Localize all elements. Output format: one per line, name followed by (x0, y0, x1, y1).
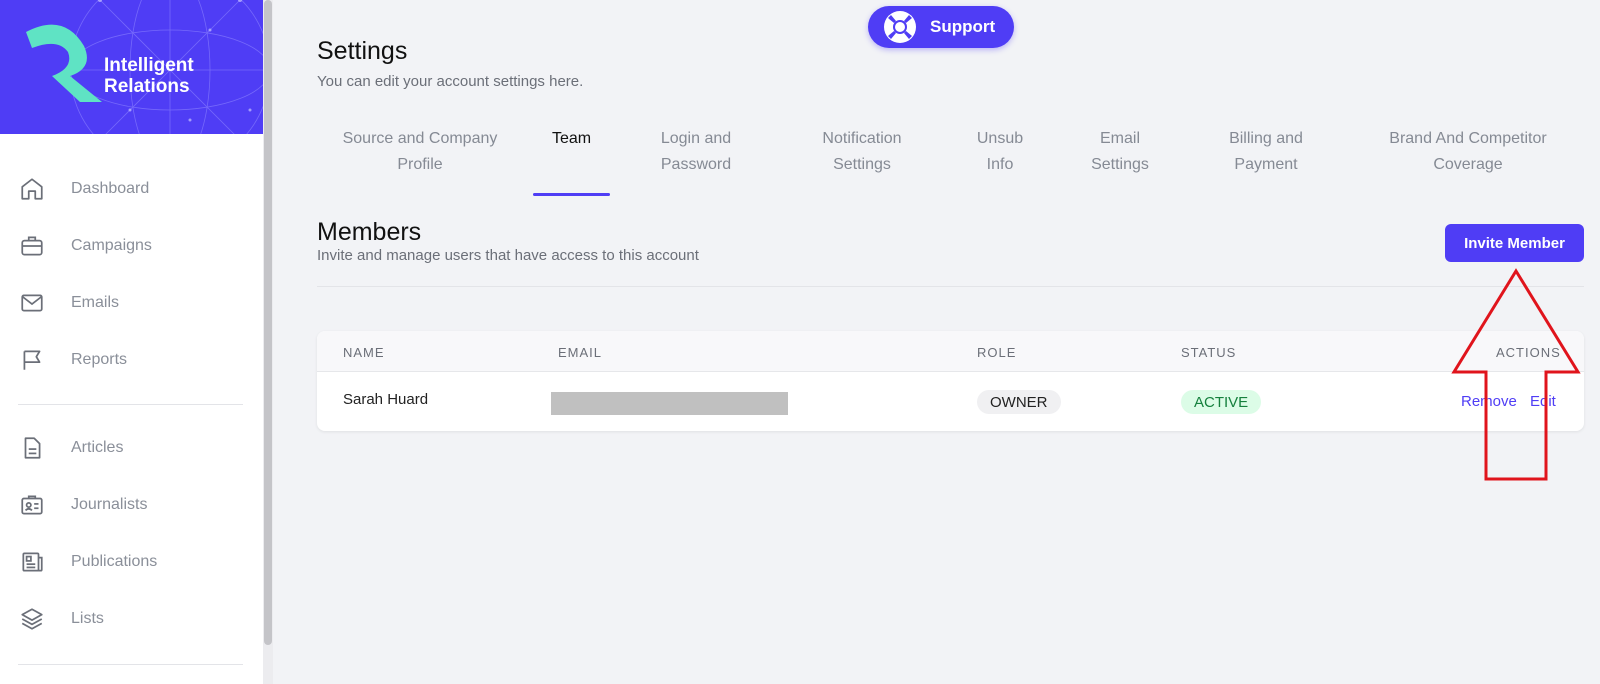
sidebar-item-dashboard[interactable]: Dashboard (18, 169, 248, 209)
page-subtitle: You can edit your account settings here. (317, 73, 584, 90)
sidebar-item-label: Publications (71, 553, 158, 570)
column-header-email: EMAIL (558, 345, 603, 360)
tab-billing-and-payment[interactable]: Billing and Payment (1206, 126, 1326, 178)
sidebar-item-label: Articles (71, 439, 124, 456)
tab-team[interactable]: Team (533, 126, 610, 152)
member-name: Sarah Huard (343, 391, 429, 408)
sidebar-item-reports[interactable]: Reports (18, 340, 248, 380)
document-icon (18, 434, 46, 462)
tab-login-and-password[interactable]: Login and Password (640, 126, 752, 178)
support-label: Support (930, 17, 996, 36)
newspaper-icon (18, 548, 46, 576)
member-email-redacted (551, 392, 788, 415)
tab-source-and-company-profile[interactable]: Source and Company Profile (332, 126, 508, 178)
role-badge: OWNER (977, 390, 1061, 414)
sidebar-item-label: Emails (71, 294, 120, 311)
column-header-role: ROLE (977, 345, 1017, 360)
section-divider (317, 286, 1584, 287)
sidebar-divider (18, 404, 243, 405)
sidebar-item-articles[interactable]: Articles (18, 428, 248, 468)
tab-unsub-info[interactable]: Unsub Info (962, 126, 1038, 178)
sidebar-item-label: Reports (71, 351, 128, 368)
tab-email-settings[interactable]: Email Settings (1074, 126, 1166, 178)
page-title: Settings (317, 37, 408, 65)
column-header-status: STATUS (1181, 345, 1237, 360)
home-icon (18, 175, 46, 203)
sidebar-item-emails[interactable]: Emails (18, 283, 248, 323)
flag-icon (18, 346, 46, 374)
sidebar-item-lists[interactable]: Lists (18, 599, 248, 639)
briefcase-icon (18, 232, 46, 260)
sidebar-item-journalists[interactable]: Journalists (18, 485, 248, 525)
tab-notification-settings[interactable]: Notification Settings (802, 126, 922, 178)
tab-brand-and-competitor-coverage[interactable]: Brand And Competitor Coverage (1370, 126, 1566, 178)
table-header: NAME EMAIL ROLE STATUS ACTIONS (317, 331, 1584, 372)
members-subtitle: Invite and manage users that have access… (317, 247, 699, 264)
members-title: Members (317, 218, 422, 246)
brand-name: Intelligent Relations (104, 55, 194, 97)
remove-member-link[interactable]: Remove (1461, 393, 1517, 410)
layers-icon (18, 605, 46, 633)
support-button[interactable]: Support (868, 6, 1014, 48)
invite-member-button[interactable]: Invite Member (1445, 224, 1584, 262)
sidebar-scrollbar[interactable] (263, 0, 273, 684)
edit-member-link[interactable]: Edit (1530, 393, 1556, 410)
sidebar-divider (18, 664, 243, 665)
sidebar-item-label: Journalists (71, 496, 148, 513)
id-card-icon (18, 491, 46, 519)
logo-mark-icon (26, 24, 102, 103)
active-tab-indicator (533, 193, 610, 196)
brand-logo[interactable]: Intelligent Relations (0, 0, 263, 134)
sidebar-item-label: Campaigns (71, 237, 152, 254)
status-badge: ACTIVE (1181, 390, 1262, 414)
sidebar: Intelligent Relations Dashboard Campaign… (0, 0, 263, 684)
column-header-actions: ACTIONS (1496, 345, 1561, 360)
mail-icon (18, 289, 46, 317)
scrollbar-thumb[interactable] (264, 0, 272, 645)
sidebar-item-publications[interactable]: Publications (18, 542, 248, 582)
members-table: NAME EMAIL ROLE STATUS ACTIONS Sarah Hua… (317, 331, 1584, 431)
column-header-name: NAME (343, 345, 385, 360)
sidebar-item-label: Lists (71, 610, 104, 627)
sidebar-item-campaigns[interactable]: Campaigns (18, 226, 248, 266)
sidebar-item-label: Dashboard (71, 180, 150, 197)
lifebuoy-icon (882, 9, 918, 45)
